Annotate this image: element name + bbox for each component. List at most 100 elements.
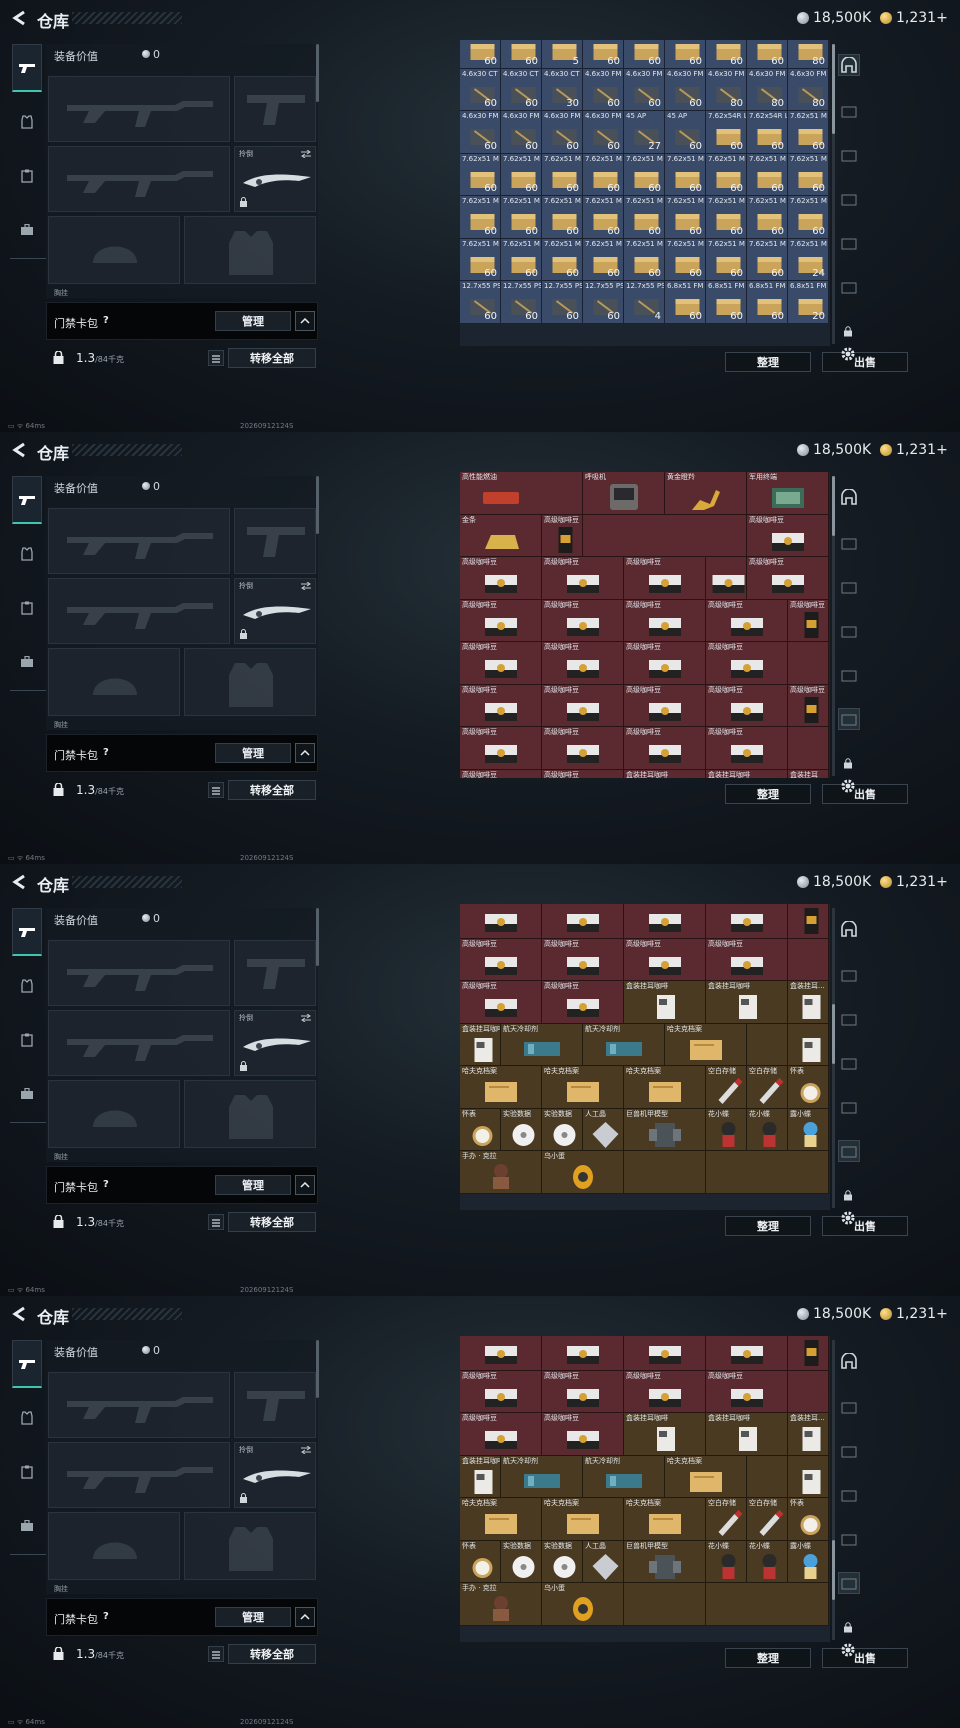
stash-item-cell[interactable]: 4.6x30 FM 60 — [665, 68, 706, 111]
nav-tab-medical[interactable] — [12, 1448, 42, 1496]
stash-item-cell[interactable]: 人工晶 — [583, 1108, 624, 1151]
stash-item-cell[interactable]: 7.62x54R LP 60 — [706, 111, 747, 154]
stash-tab-3[interactable] — [838, 532, 860, 554]
stash-item-cell[interactable]: 实验数据 — [542, 1108, 583, 1151]
stash-item-cell[interactable]: 盒装挂耳咖啡 — [460, 1023, 501, 1066]
stash-item-cell[interactable]: 高级咖啡豆 — [788, 684, 829, 727]
stash-item-cell[interactable]: 哈夫克档案 — [460, 1498, 542, 1541]
stash-item-cell[interactable]: 7.62x51 M 60 — [624, 153, 665, 196]
stash-item-cell[interactable]: 7.62x51 M 60 — [665, 153, 706, 196]
sell-button[interactable]: 出售 — [822, 784, 908, 804]
sort-button[interactable]: 整理 — [725, 784, 811, 804]
stash-item-cell[interactable] — [706, 1336, 788, 1371]
stash-tab-6[interactable] — [838, 1096, 860, 1118]
expand-button[interactable] — [295, 743, 315, 763]
swap-icon[interactable] — [301, 582, 311, 590]
stash-tab-7[interactable] — [838, 1140, 860, 1162]
pistol-slot[interactable] — [234, 940, 316, 1006]
helmet-slot[interactable] — [48, 216, 180, 284]
stash-item-cell[interactable]: 6.8x51 FM 60 — [747, 281, 788, 324]
stash-tab-7[interactable] — [838, 708, 860, 730]
melee-slot[interactable]: 拎倒 — [234, 1010, 316, 1076]
stash-tab-7[interactable] — [838, 276, 860, 298]
storage-grid[interactable]: 高级咖啡豆 高级咖啡豆 高级咖啡豆 高级咖啡豆 高级咖啡豆 高级咖啡豆 盒装挂耳咖啡 盒装挂耳… — [460, 1336, 830, 1642]
stash-item-cell[interactable]: 高级咖啡豆 — [624, 684, 706, 727]
settings-gear-icon[interactable] — [840, 778, 856, 794]
stash-item-cell[interactable]: 盒装挂耳咖啡 — [624, 981, 706, 1024]
stash-item-cell[interactable] — [460, 1336, 542, 1371]
stash-item-cell[interactable]: 怀表 — [788, 1498, 829, 1541]
primary-weapon-slot[interactable] — [48, 1372, 230, 1438]
storage-scrollbar[interactable] — [832, 908, 835, 1208]
stash-item-cell[interactable]: 7.62x51 M 60 — [788, 196, 829, 239]
stash-item-cell[interactable]: 高级咖啡豆 — [542, 769, 624, 778]
transfer-all-button[interactable]: 转移全部 — [228, 780, 316, 800]
melee-slot[interactable]: 拎倒 — [234, 146, 316, 212]
stash-item-cell[interactable]: 高级咖啡豆 — [788, 599, 829, 642]
primary-weapon-slot[interactable] — [48, 940, 230, 1006]
stash-tab-5[interactable] — [838, 1484, 860, 1506]
nav-tab-medical[interactable] — [12, 152, 42, 200]
stash-item-cell[interactable]: 花小蝶 — [747, 1540, 788, 1583]
stash-item-cell[interactable] — [706, 1151, 829, 1194]
stash-item-cell[interactable]: 高级咖啡豆 — [706, 599, 788, 642]
manage-button[interactable]: 管理 — [215, 743, 291, 763]
stash-item-cell[interactable]: 4.6x30 FM 60 — [501, 111, 542, 154]
pistol-slot[interactable] — [234, 508, 316, 574]
stash-item-cell[interactable]: 高级咖啡豆 — [624, 642, 706, 685]
back-arrow-icon[interactable] — [10, 873, 28, 891]
stash-item-cell[interactable]: 盒装挂耳咖啡 — [624, 1413, 706, 1456]
stash-item-cell[interactable] — [788, 1455, 829, 1498]
stash-item-cell[interactable]: 7.62x51 M 60 — [624, 196, 665, 239]
stash-tab-4[interactable] — [838, 576, 860, 598]
stash-tab-home[interactable] — [838, 918, 860, 940]
stash-item-cell[interactable] — [747, 1455, 788, 1498]
stash-item-cell[interactable]: 高级咖啡豆 — [542, 642, 624, 685]
stash-item-cell[interactable]: 军用终端 — [747, 472, 829, 515]
stash-item-cell[interactable]: 7.62x51 M 60 — [583, 196, 624, 239]
sort-button[interactable]: 整理 — [725, 1216, 811, 1236]
secondary-weapon-slot[interactable] — [48, 146, 230, 212]
stash-item-cell[interactable]: 7.62x51 M 60 — [665, 238, 706, 281]
stash-item-cell[interactable]: 7.62x51 M 60 — [460, 238, 501, 281]
stash-item-cell[interactable]: 60 — [747, 40, 788, 69]
armor-slot[interactable] — [184, 1512, 316, 1580]
stash-item-cell[interactable]: 7.62x51 M 60 — [460, 153, 501, 196]
manage-button[interactable]: 管理 — [215, 1175, 291, 1195]
nav-tab-armor[interactable] — [12, 962, 42, 1010]
stash-item-cell[interactable] — [788, 642, 829, 685]
stash-item-cell[interactable]: 高级咖啡豆 — [747, 557, 829, 600]
stash-tab-home[interactable] — [838, 486, 860, 508]
stash-item-cell[interactable] — [788, 1370, 829, 1413]
list-view-icon[interactable] — [208, 1646, 224, 1662]
stash-item-cell[interactable]: 盒装挂耳咖啡 — [460, 1455, 501, 1498]
stash-item-cell[interactable]: 盒装挂耳咖啡 — [706, 769, 788, 778]
stash-item-cell[interactable]: 露小蝶 — [788, 1108, 829, 1151]
stash-item-cell[interactable]: 7.62x51 M 60 — [501, 196, 542, 239]
stash-item-cell[interactable]: 航天冷却剂 — [583, 1023, 665, 1066]
storage-scrollbar[interactable] — [832, 476, 835, 776]
stash-tab-4[interactable] — [838, 1008, 860, 1030]
stash-item-cell[interactable]: 12.7x55 PS 60 — [583, 281, 624, 324]
stash-item-cell[interactable]: 4.6x30 FM 80 — [747, 68, 788, 111]
stash-item-cell[interactable]: 花小蝶 — [747, 1108, 788, 1151]
stash-item-cell[interactable]: 45 AP 27 — [624, 111, 665, 154]
stash-item-cell[interactable]: 空白存储 — [706, 1498, 747, 1541]
stash-item-cell[interactable]: 7.62x51 M 60 — [747, 153, 788, 196]
storage-grid[interactable]: 60 60 5 60 60 60 60 60 80 4.6x30 CT 60 4.6x30 CT 60 4… — [460, 40, 830, 346]
stash-tab-home[interactable] — [838, 1350, 860, 1372]
stash-item-cell[interactable]: 高级咖啡豆 — [542, 557, 624, 600]
nav-tab-bags[interactable] — [12, 1502, 42, 1550]
stash-item-cell[interactable] — [583, 514, 747, 557]
stash-item-cell[interactable] — [624, 1151, 706, 1194]
expand-button[interactable] — [295, 1607, 315, 1627]
expand-button[interactable] — [295, 311, 315, 331]
melee-slot[interactable]: 拎倒 — [234, 1442, 316, 1508]
nav-tab-medical[interactable] — [12, 584, 42, 632]
stash-item-cell[interactable]: 80 — [788, 40, 829, 69]
nav-tab-weapons[interactable] — [12, 908, 42, 956]
stash-item-cell[interactable]: 7.62x51 M 60 — [583, 238, 624, 281]
stash-item-cell[interactable]: 4.6x30 FM 60 — [542, 111, 583, 154]
secondary-weapon-slot[interactable] — [48, 1010, 230, 1076]
list-view-icon[interactable] — [208, 1214, 224, 1230]
